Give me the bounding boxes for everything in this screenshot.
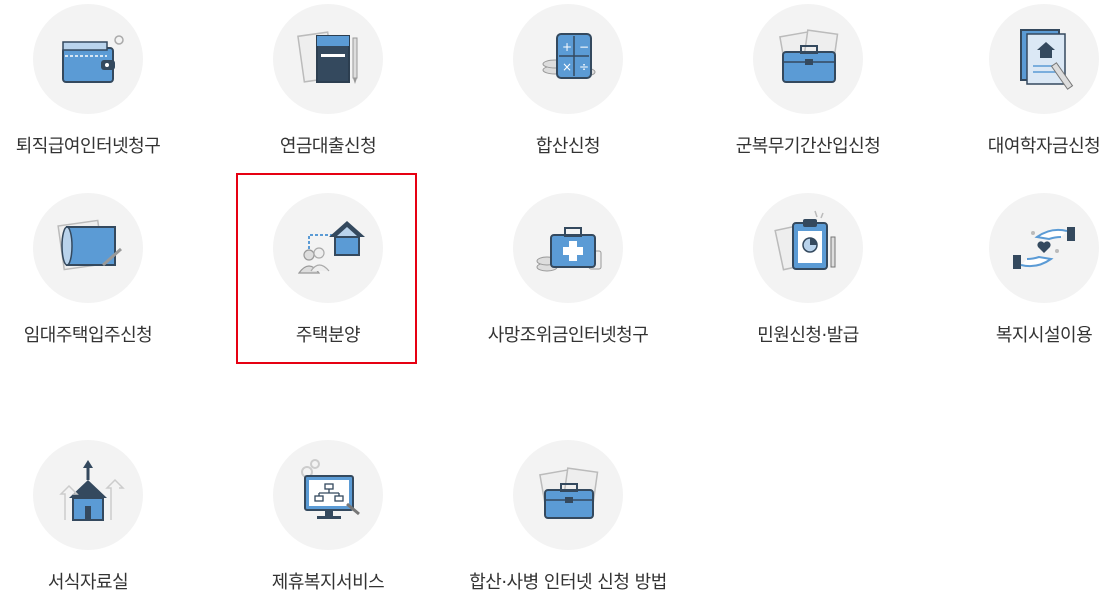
menu-item-condolence-claim[interactable]: 사망조위금인터넷청구 (458, 193, 678, 353)
svg-text:−: − (579, 40, 589, 54)
briefcase-icon (753, 4, 863, 114)
menu-item-label: 임대주택입주신청 (23, 325, 153, 346)
menu-item-label: 연금대출신청 (279, 136, 377, 157)
menu-item-housing-sale[interactable]: 주택분양 (218, 193, 438, 353)
menu-item-label: 민원신청·발급 (757, 325, 859, 346)
menu-item-student-loan[interactable]: 대여학자금신청 (934, 4, 1113, 164)
menu-item-retirement-claim[interactable]: 퇴직급여인터넷청구 (0, 4, 198, 164)
helping-hands-heart-icon (989, 193, 1099, 303)
menu-item-partner-welfare[interactable]: 제휴복지서비스 (218, 440, 438, 600)
service-menu-grid: 퇴직급여인터넷청구 연금대출신청 + − × ÷ 합산신청 군복무기간산입신청 … (0, 0, 1113, 593)
clipboard-icon (753, 193, 863, 303)
menu-item-combine-guide[interactable]: 합산·사병 인터넷 신청 방법 (458, 440, 678, 600)
house-arrows-icon (33, 440, 143, 550)
menu-item-military-service[interactable]: 군복무기간산입신청 (698, 4, 918, 164)
menu-item-label: 합산신청 (535, 136, 601, 157)
menu-item-civil-petition[interactable]: 민원신청·발급 (698, 193, 918, 353)
first-aid-kit-icon (513, 193, 623, 303)
menu-item-label: 군복무기간산입신청 (735, 136, 881, 157)
svg-text:×: × (562, 60, 572, 74)
menu-item-rental-housing[interactable]: 임대주택입주신청 (0, 193, 198, 353)
document-pencil-icon (989, 4, 1099, 114)
notebook-icon (273, 4, 383, 114)
menu-item-label: 제휴복지서비스 (271, 572, 385, 593)
menu-item-label: 사망조위금인터넷청구 (487, 325, 649, 346)
monitor-network-icon (273, 440, 383, 550)
briefcase-papers-icon (513, 440, 623, 550)
menu-item-label: 합산·사병 인터넷 신청 방법 (469, 572, 667, 593)
menu-item-form-library[interactable]: 서식자료실 (0, 440, 198, 600)
menu-item-label: 서식자료실 (47, 572, 129, 593)
menu-item-label: 대여학자금신청 (987, 136, 1101, 157)
blueprint-icon (33, 193, 143, 303)
menu-item-label: 주택분양 (295, 325, 361, 346)
house-person-icon (273, 193, 383, 303)
menu-item-combine-application[interactable]: + − × ÷ 합산신청 (458, 4, 678, 164)
svg-text:+: + (562, 40, 572, 54)
calculator-icon: + − × ÷ (513, 4, 623, 114)
wallet-icon (33, 4, 143, 114)
menu-item-pension-loan[interactable]: 연금대출신청 (218, 4, 438, 164)
menu-item-welfare-facility[interactable]: 복지시설이용 (934, 193, 1113, 353)
menu-item-label: 퇴직급여인터넷청구 (15, 136, 161, 157)
svg-text:÷: ÷ (579, 60, 589, 74)
menu-item-label: 복지시설이용 (995, 325, 1093, 346)
